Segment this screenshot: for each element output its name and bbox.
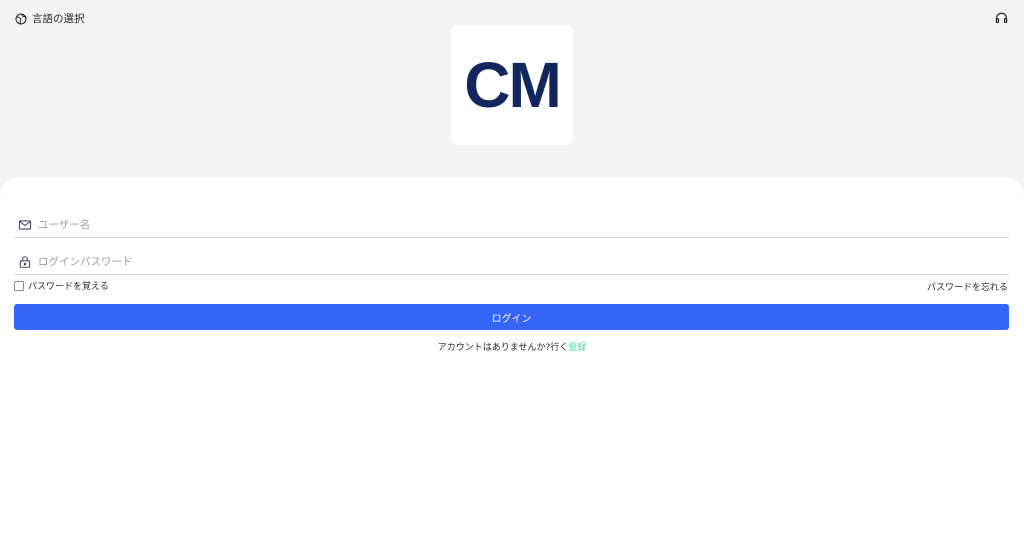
password-field [14,249,1009,275]
headset-icon[interactable] [995,11,1008,24]
language-selector[interactable]: 言語の選択 [15,11,85,26]
remember-label: パスワードを覚える [28,282,109,292]
username-field [14,212,1009,238]
register-link[interactable]: 登録 [568,343,586,353]
remember-checkbox[interactable] [14,280,24,291]
logo: CM [451,25,573,145]
password-input[interactable] [38,251,1009,272]
logo-text: CM [464,49,562,121]
mail-icon [18,219,32,230]
globe-icon [15,13,27,24]
language-label: 言語の選択 [32,13,85,25]
register-prompt: アカウントはありませんか?行く登録 [0,340,1024,353]
remember-password[interactable]: パスワードを覚える [14,279,109,292]
username-input[interactable] [38,214,1009,235]
no-account-text: アカウントはありませんか?行く [437,343,569,353]
forgot-password-link[interactable]: パスワードを忘れる [927,280,1008,293]
top-area: 言語の選択 CM [0,0,1024,200]
lock-icon [19,255,31,268]
login-button[interactable]: ログイン [14,304,1009,330]
